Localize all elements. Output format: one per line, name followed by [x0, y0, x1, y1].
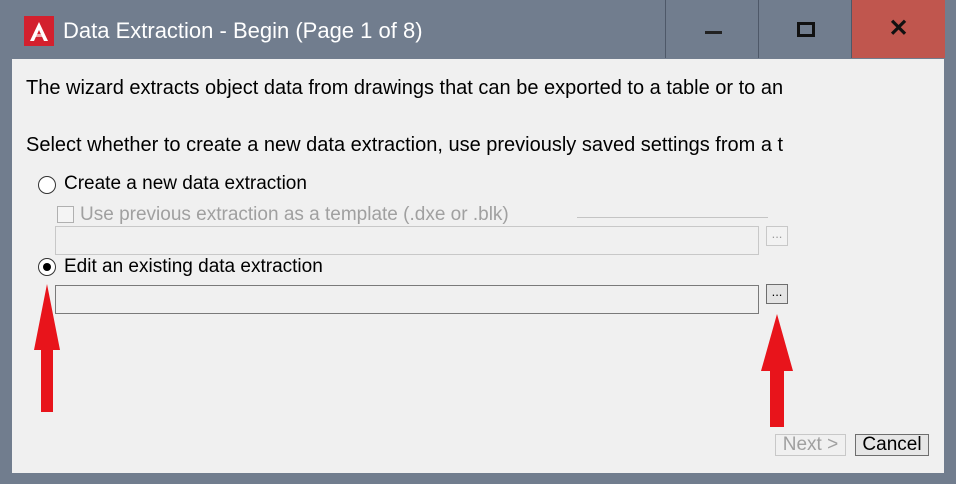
template-browse-button[interactable]: ...: [766, 226, 788, 246]
maximize-icon: [797, 22, 815, 37]
next-button[interactable]: Next >: [775, 434, 846, 456]
close-button[interactable]: ✕: [851, 0, 945, 58]
minimize-icon: [705, 31, 722, 34]
radio-selected-dot: [43, 263, 51, 271]
group-divider: [577, 217, 768, 218]
template-path-field[interactable]: [55, 226, 759, 255]
cancel-button[interactable]: Cancel: [855, 434, 929, 456]
create-new-radio[interactable]: [38, 176, 56, 194]
dialog-client-area: The wizard extracts object data from dra…: [12, 59, 944, 473]
create-new-label[interactable]: Create a new data extraction: [64, 173, 307, 195]
close-icon: ✕: [888, 15, 909, 42]
description-text-1: The wizard extracts object data from dra…: [26, 77, 784, 99]
maximize-button[interactable]: [758, 0, 849, 58]
window-title: Data Extraction - Begin (Page 1 of 8): [63, 18, 423, 43]
red-arrow-up-left: [34, 284, 60, 412]
minimize-button[interactable]: [665, 0, 756, 58]
window-bottom-border: [0, 473, 956, 484]
existing-browse-button[interactable]: ...: [766, 284, 788, 304]
autocad-app-icon: [24, 16, 54, 46]
title-bar: Data Extraction - Begin (Page 1 of 8) ✕: [0, 0, 956, 59]
existing-path-field[interactable]: [55, 285, 759, 314]
red-arrow-up-right: [761, 314, 793, 427]
use-template-label: Use previous extraction as a template (.…: [80, 204, 509, 225]
use-template-checkbox[interactable]: [57, 206, 74, 223]
edit-existing-label[interactable]: Edit an existing data extraction: [64, 256, 323, 278]
edit-existing-radio[interactable]: [38, 258, 56, 276]
description-text-2: Select whether to create a new data extr…: [26, 134, 784, 156]
